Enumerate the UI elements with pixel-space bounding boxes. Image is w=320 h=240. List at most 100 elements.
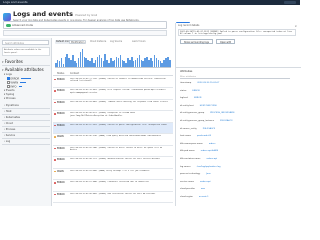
checkbox[interactable] [7,85,10,88]
attribute-value[interactable]: us-east-1 [199,196,209,198]
attribute-section[interactable]: › Kubernetes [4,116,20,119]
attribute-search-input[interactable]: Search attributes [2,40,49,45]
attribute-row[interactable]: k8s.namespace.name orders [180,143,215,145]
attribute-row[interactable]: cloud.provider aws [180,188,205,190]
attribute-row[interactable]: service.name orders-api [180,181,211,183]
attribute-value[interactable]: orders-api-6d8f9 [201,150,218,152]
attribute-key: timestamp [180,82,192,84]
attribute-value[interactable]: PGI-91A0C3 [220,120,232,122]
attribute-row[interactable]: status ERROR [180,90,200,92]
attribute-row[interactable]: dt.entity.process_group_instance PGI-91A0… [180,120,232,122]
attribute-row[interactable]: dt.source_entity PGI-91A0C3 [180,128,215,130]
attributes-heading[interactable]: ▾ Available attributes [2,67,44,72]
attribute-section[interactable]: › Dynatrace [4,104,19,107]
log-row[interactable]: ERROR 2022-09-30T15:02:11.123Z [ERROR] Fa… [53,77,173,88]
attribute-key: cloud.provider [180,188,195,191]
log-status: WARN [57,169,64,173]
attribute-key: dt.entity.process_group_instance [180,120,215,122]
attribute-value[interactable]: /var/log/app/orders.log [197,166,221,168]
attribute-value[interactable]: Java [206,173,210,175]
attribute-value[interactable]: orders-api [200,181,211,183]
attribute-row[interactable]: cloud.region us-east-1 [180,196,209,198]
status-dot-icon [54,113,56,115]
attribute-value[interactable]: HOST-7A2C1F90 [200,105,217,107]
log-row[interactable]: WARN 2022-09-30T15:02:06.310Z [WARN] Slow… [53,135,173,146]
show-surrounding-button[interactable]: Show surrounding logs [180,39,213,44]
attribute-value[interactable]: 2022-09-30 15:02:07 [197,82,219,84]
filter-chip[interactable]: Last 2 hours [131,40,147,44]
filter-toolbar: Default mode Modification Cloud Instance… [53,38,173,46]
attribute-section[interactable]: › Log [4,140,10,143]
log-status: WARN [57,135,64,138]
log-status: ERROR [57,158,65,161]
log-row[interactable]: ERROR 2022-09-30T15:02:01.904Z [ERROR] Co… [53,181,173,192]
log-row[interactable]: ERROR 2022-09-30T15:02:08.017Z [ERROR] Ex… [53,112,173,123]
attribute-row[interactable]: dt.entity.process_group PROCESS_GROUP-4B1… [180,112,235,114]
filter-chip[interactable]: Modification [69,40,87,44]
attribute-row[interactable]: log.source/var/log/app/orders.log [180,166,220,168]
attribute-section[interactable]: › Service [4,134,15,137]
divider [2,120,50,121]
status-dot-icon [54,182,56,184]
attribute-value[interactable]: orders [209,143,216,145]
attribute-filter-input[interactable]: Filter attributes [180,75,290,79]
value-bar [20,81,27,83]
filter-chip[interactable]: Log Source [109,40,124,44]
status-dot-icon [54,78,56,81]
attribute-group[interactable]: ▾ Logs [4,73,12,76]
attribute-value[interactable]: orders-api [206,158,217,160]
checkbox[interactable] [7,81,10,84]
open-with-button[interactable]: Open with [216,39,236,44]
log-row[interactable]: ERROR 2022-09-30T15:02:04.117Z [ERROR] Au… [53,158,173,169]
log-list: Status Content ERROR 2022-09-30T15:02:11.… [53,71,173,206]
filter-chip[interactable]: Cloud Instance [89,40,108,44]
attribute-value[interactable]: INFO [7,85,23,88]
attribute-key: status [180,89,187,92]
attribute-section[interactable]: › Host [4,110,12,113]
query-input[interactable] [3,30,167,36]
attribute-row[interactable]: k8s.pod.name orders-api-6d8f9 [180,150,218,152]
advanced-mode-toggle[interactable] [6,24,11,27]
log-content: 2022-09-30T15:02:08.017Z [ERROR] Excepti… [70,112,135,117]
attribute-row[interactable]: dt.entity.host HOST-7A2C1F90 [180,105,217,107]
attribute-group[interactable]: ▾ Process [4,97,16,100]
log-row[interactable]: ERROR 2022-09-30T15:02:07.551Z [ERROR] Fa… [53,123,173,134]
value-bar [21,77,31,79]
attribute-row[interactable]: loglevel ERROR [180,97,201,99]
sidebar-note: Attribute values are available in the fa… [2,47,50,56]
attribute-value[interactable]: ERROR [7,77,31,80]
close-icon[interactable]: × [294,24,297,28]
chevron-down-icon: ▾ [2,60,4,64]
column-header[interactable]: Content [70,71,79,76]
column-header[interactable]: Status [57,71,64,76]
attribute-row[interactable]: process.technology Java [180,173,211,175]
log-row[interactable]: ERROR 2022-09-30T15:02:09.442Z [ERROR] Ti… [53,100,173,111]
log-row[interactable]: ERROR 2022-09-30T15:02:10.991Z [ERROR] HT… [53,89,173,100]
attribute-value[interactable]: ERROR [192,90,199,92]
status-dot-icon [54,159,56,161]
attribute-value[interactable]: ERROR [194,97,201,99]
log-row[interactable]: WARN 2022-09-30T15:02:03.006Z [WARN] Retr… [53,169,173,180]
attribute-row[interactable]: timestamp 2022-09-30 15:02:07 [180,82,219,84]
attribute-value[interactable]: prod-node-03 [197,135,211,137]
attribute-group[interactable]: ▾ Events [4,89,15,92]
log-row[interactable]: ERROR 2022-09-30T15:02:05.208Z [ERROR] Fa… [53,146,173,157]
attribute-value[interactable]: PROCESS_GROUP-4B1E [210,112,234,114]
log-row[interactable]: ERROR 2022-09-30T15:02:00.803Z [ERROR] DN… [53,192,173,203]
checkbox[interactable] [7,77,10,80]
log-content: 2022-09-30T15:02:06.310Z [WARN] Slow que… [70,135,162,137]
divider [2,108,50,109]
status-dot-icon [54,124,56,127]
attribute-section[interactable]: › Cloud [4,122,13,125]
favorites-heading[interactable]: ▾ Favorites [2,59,23,64]
attribute-value[interactable]: aws [201,188,205,190]
user-menu[interactable] [284,1,296,4]
attribute-row[interactable]: host.name prod-node-03 [180,135,211,137]
attribute-section[interactable]: › Process [4,128,15,131]
divider [2,138,50,139]
attribute-value[interactable]: PGI-91A0C3 [203,128,215,130]
histogram-bar[interactable] [169,59,171,67]
attribute-value[interactable]: WARN [7,81,27,84]
attribute-row[interactable]: k8s.container.name orders-api [180,158,217,160]
attribute-group[interactable]: ▾ Syslog [4,93,14,96]
